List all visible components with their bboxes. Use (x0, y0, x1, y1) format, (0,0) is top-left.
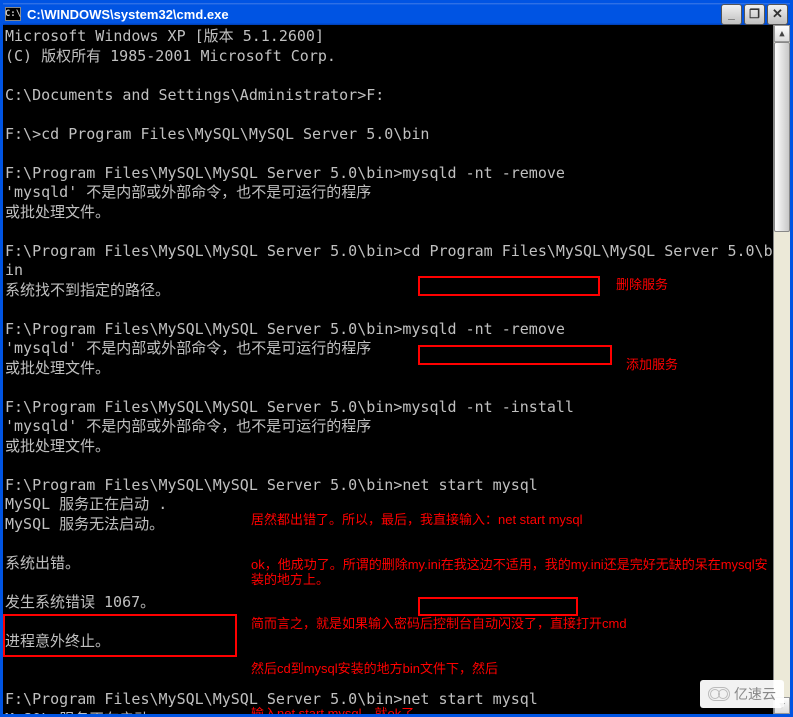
terminal-line: 'mysqld' 不是内部或外部命令，也不是可运行的程序 (5, 183, 773, 203)
terminal-line: F:\Program Files\MySQL\MySQL Server 5.0\… (5, 320, 773, 340)
annotation-install-label: 添加服务 (626, 358, 678, 373)
terminal-output[interactable]: Microsoft Windows XP [版本 5.1.2600](C) 版权… (3, 25, 773, 714)
watermark-text: 亿速云 (734, 684, 776, 704)
close-button[interactable]: ✕ (767, 4, 788, 25)
annotation-line: 输入net start mysql。就ok了。 (251, 707, 771, 714)
terminal-line: (C) 版权所有 1985-2001 Microsoft Corp. (5, 47, 773, 67)
watermark: 亿速云 (700, 680, 784, 708)
annotation-line: 居然都出错了。所以，最后，我直接输入：net start mysql (251, 513, 771, 528)
watermark-logo-icon (708, 687, 730, 701)
cmd-icon: C:\ (5, 7, 21, 21)
terminal-line: F:\Program Files\MySQL\MySQL Server 5.0\… (5, 164, 773, 184)
scrollbar-track[interactable] (774, 42, 790, 697)
terminal-line: 'mysqld' 不是内部或外部命令，也不是可运行的程序 (5, 417, 773, 437)
terminal-line: 或批处理文件。 (5, 437, 773, 457)
terminal-line (5, 300, 773, 320)
maximize-button[interactable]: ❐ (744, 4, 765, 25)
terminal-line (5, 66, 773, 86)
annotation-remove-label: 删除服务 (616, 278, 668, 293)
terminal-line (5, 144, 773, 164)
terminal-line: F:\Program Files\MySQL\MySQL Server 5.0\… (5, 398, 773, 418)
terminal-line (5, 456, 773, 476)
scrollbar-thumb[interactable] (774, 42, 790, 232)
minimize-button[interactable]: _ (721, 4, 742, 25)
terminal-line: 'mysqld' 不是内部或外部命令，也不是可运行的程序 (5, 339, 773, 359)
terminal-line (5, 105, 773, 125)
vertical-scrollbar[interactable]: ▲ ▼ (773, 25, 790, 714)
terminal-line (5, 222, 773, 242)
annotation-line: 然后cd到mysql安装的地方bin文件下，然后 (251, 662, 771, 677)
annotation-note: 居然都出错了。所以，最后，我直接输入：net start mysql ok，他成… (251, 483, 771, 714)
annotation-line: 简而言之，就是如果输入密码后控制台自动闪没了，直接打开cmd (251, 617, 771, 632)
terminal-line (5, 378, 773, 398)
terminal-line: F:\Program Files\MySQL\MySQL Server 5.0\… (5, 242, 773, 281)
terminal-line: C:\Documents and Settings\Administrator>… (5, 86, 773, 106)
terminal-line: 或批处理文件。 (5, 203, 773, 223)
annotation-line: ok，他成功了。所谓的删除my.ini在我这边不适用，我的my.ini还是完好无… (251, 558, 771, 588)
window-title: C:\WINDOWS\system32\cmd.exe (27, 6, 721, 22)
cmd-window: C:\ C:\WINDOWS\system32\cmd.exe _ ❐ ✕ Mi… (0, 0, 793, 717)
terminal-line: Microsoft Windows XP [版本 5.1.2600] (5, 27, 773, 47)
terminal-line: F:\>cd Program Files\MySQL\MySQL Server … (5, 125, 773, 145)
scroll-up-button[interactable]: ▲ (774, 25, 790, 42)
titlebar[interactable]: C:\ C:\WINDOWS\system32\cmd.exe _ ❐ ✕ (3, 3, 790, 25)
